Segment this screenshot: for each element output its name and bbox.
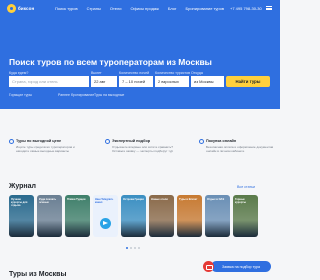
- journal-card[interactable]: Пляжи Турции: [65, 195, 90, 237]
- nav-item-countries[interactable]: Страны: [87, 6, 101, 11]
- logo-text: биксон: [18, 6, 35, 11]
- date-field[interactable]: 22 авг: [91, 76, 117, 87]
- carousel-dot[interactable]: [126, 247, 128, 249]
- card-icon: [199, 139, 204, 144]
- tours-heading: Туры из Москвы: [9, 271, 67, 278]
- nav-item-booking[interactable]: Бронирование туров: [185, 6, 223, 11]
- card-title: Новые отели: [151, 198, 168, 201]
- departure-city-field[interactable]: из Москвы: [191, 76, 224, 87]
- journal-cards: Лучшие курорты для отдыха Куда поехать о…: [9, 195, 258, 237]
- card-title: Горные курорты: [235, 198, 246, 205]
- label-tourists: Количество туристов: [155, 71, 191, 75]
- page-title: Поиск туров по всем туроператорам из Мос…: [9, 57, 212, 67]
- label-nights: Количество ночей: [119, 71, 150, 75]
- carousel-dot[interactable]: [134, 247, 136, 249]
- journal-card[interactable]: Куда поехать осенью: [37, 195, 62, 237]
- carousel-dot[interactable]: [138, 247, 140, 249]
- quick-link-early[interactable]: Раннее бронирование: [58, 93, 94, 97]
- label-from: Откуда: [191, 71, 203, 75]
- carousel-dots: [126, 247, 140, 249]
- percent-icon: [9, 139, 14, 144]
- journal-card[interactable]: Острова Греции: [121, 195, 146, 237]
- card-title: Лучшие курорты для отдыха: [11, 198, 28, 208]
- feature-title: Покупка онлайн: [206, 139, 237, 143]
- journal-all-link[interactable]: Все статьи: [237, 185, 255, 189]
- feature-text: Отдыхаете впервые или хотите сравнить? О…: [112, 145, 174, 153]
- destination-input[interactable]: Страна, город или отель: [9, 76, 89, 87]
- feature-title: Туры по выгодной цене: [16, 139, 62, 143]
- nav-item-search[interactable]: Поиск туров: [55, 6, 78, 11]
- request-tour-button[interactable]: Заявка на подбор тура: [211, 261, 271, 272]
- card-title: Острова Греции: [123, 198, 144, 201]
- label-when: Вылет: [91, 71, 102, 75]
- feature-text: Ищите туры среди всех туроператоров и на…: [16, 145, 75, 153]
- menu-icon[interactable]: [266, 6, 272, 10]
- journal-card-telegram[interactable]: Наш Telegram-канал: [93, 195, 118, 237]
- label-where: Куда едем?: [9, 71, 29, 75]
- tourists-field[interactable]: 2 взрослых: [155, 76, 189, 87]
- journal-card[interactable]: Туры в Египет: [177, 195, 202, 237]
- search-button[interactable]: Найти туры: [226, 76, 270, 87]
- card-title: Пляжи Турции: [67, 198, 86, 201]
- journal-card[interactable]: Отдых в ОАЭ: [205, 195, 230, 237]
- feature-title: Экспертный подбор: [112, 139, 151, 143]
- card-title: Наш Telegram-канал: [95, 198, 114, 205]
- journal-card[interactable]: Новые отели: [149, 195, 174, 237]
- nights-field[interactable]: 7 – 10 ночей: [119, 76, 153, 87]
- chat-icon[interactable]: [203, 261, 214, 272]
- card-title: Отдых в ОАЭ: [207, 198, 225, 201]
- card-title: Куда поехать осенью: [39, 198, 57, 205]
- feature-text: Безопасная оплата и оформление документо…: [206, 145, 274, 153]
- top-navigation: биксон Поиск туров Страны Отели Офисы пр…: [0, 0, 280, 18]
- main-nav: Поиск туров Страны Отели Офисы продаж Бл…: [55, 6, 224, 11]
- nav-item-blog[interactable]: Блог: [168, 6, 177, 11]
- journal-heading: Журнал: [9, 183, 36, 190]
- telegram-icon: [100, 218, 111, 229]
- phone-number[interactable]: +7 495 798-30-30: [230, 6, 262, 11]
- nav-item-offices[interactable]: Офисы продаж: [130, 6, 158, 11]
- nav-item-hotels[interactable]: Отели: [110, 6, 122, 11]
- journal-card[interactable]: Лучшие курорты для отдыха: [9, 195, 34, 237]
- expert-icon: [105, 139, 110, 144]
- quick-link-hot[interactable]: Горящие туры: [9, 93, 32, 97]
- journal-card[interactable]: Горные курорты: [233, 195, 258, 237]
- card-title: Туры в Египет: [179, 198, 198, 201]
- hero-section: биксон Поиск туров Страны Отели Офисы пр…: [0, 0, 280, 109]
- carousel-dot[interactable]: [130, 247, 132, 249]
- logo-icon: [7, 4, 16, 13]
- quick-link-weekend[interactable]: Туры на выходные: [94, 93, 124, 97]
- logo[interactable]: биксон: [7, 4, 34, 13]
